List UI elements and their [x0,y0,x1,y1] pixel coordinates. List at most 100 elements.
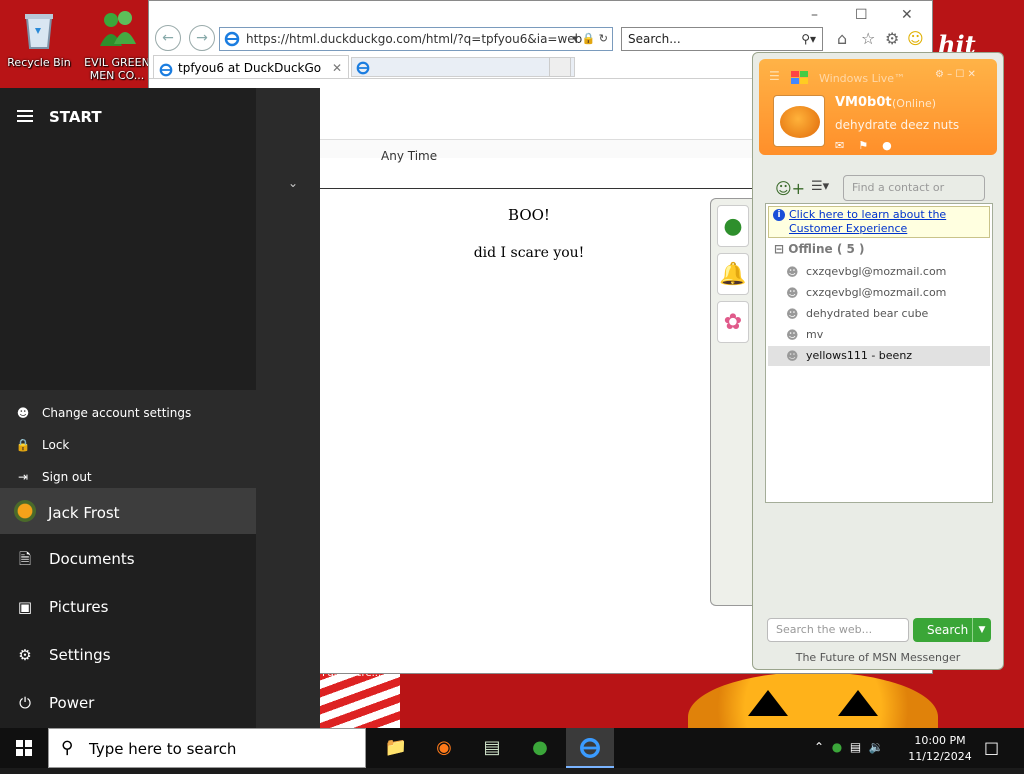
address-controls-icon[interactable]: ▾ 🔒 ↻ [573,28,608,50]
web-search-input[interactable]: Search the web... [767,618,909,642]
group-offline[interactable]: ⊟ Offline ( 5 ) [774,242,865,256]
contact-name: mv [806,328,824,341]
info-banner-link[interactable]: Click here to learn about the Customer E… [789,208,969,236]
taskbar-search-placeholder: Type here to search [89,740,237,758]
search-icon[interactable]: ⚲▾ [801,28,816,50]
time-filter-dropdown[interactable]: Any Time [381,149,437,163]
desktop-icon-recycle-bin[interactable]: Recycle Bin [2,2,76,69]
offline-person-icon: ☻ [786,286,799,300]
gear-icon[interactable]: ⚙ [885,29,899,48]
info-banner[interactable]: i Click here to learn about the Customer… [768,206,990,238]
display-picture[interactable] [773,95,825,147]
windows-start-icon[interactable] [16,740,32,756]
browser-search-box[interactable]: Search... ⚲▾ [621,27,823,51]
contact-name: cxzqevbgl@mozmail.com [806,286,947,299]
start-item-pictures[interactable]: ▣ Pictures [0,586,256,630]
browser-toolbar: – ☐ ✕ ← → https://html.duckduckgo.com/ht… [149,1,932,55]
network-icon[interactable]: ▤ [850,740,861,754]
start-item-power[interactable]: ⏻ Power [0,682,256,726]
info-icon: i [773,209,785,221]
butterfly-icon[interactable]: ✿ [717,301,749,343]
lock-item[interactable]: 🔒 Lock [14,438,70,452]
system-tray[interactable]: ⌃ ● ▤ 🔉 [814,740,884,754]
forward-button[interactable]: → [189,25,215,51]
tab-blank[interactable] [351,57,575,77]
tab-title: tpfyou6 at DuckDuckGo [178,61,322,75]
desktop-icon-evil-green-men[interactable]: EVIL GREEN MEN CO... [80,2,154,82]
contact-item[interactable]: ☻ mv [768,325,990,345]
chevron-down-icon[interactable]: ⌄ [288,176,298,190]
messenger-tray-icon[interactable]: ● [832,740,842,754]
internet-explorer-icon[interactable] [566,728,614,768]
smiley-icon[interactable]: ☺ [907,29,924,48]
change-account-settings-item[interactable]: ☻ Change account settings [14,406,192,420]
desktop-icon-label: Recycle Bin [7,56,71,69]
messenger-window-controls[interactable]: ⚙ – ☐ ✕ [935,69,976,80]
desktop-icon-label: EVIL GREEN MEN CO... [84,56,150,82]
contact-name: dehydrated bear cube [806,307,929,320]
home-icon[interactable]: ⌂ [837,29,847,48]
chevron-down-icon[interactable]: ▼ [972,618,991,642]
online-status[interactable]: (Online) [892,97,936,110]
ie-tab-icon [356,60,370,79]
fly-item-label: Change account settings [42,406,192,420]
personal-message[interactable]: dehydrate deez nuts [835,118,959,132]
firefox-icon[interactable]: ◉ [420,728,468,768]
messenger-contacts-icon[interactable]: ● [717,205,749,247]
contact-item[interactable]: ☻ cxzqevbgl@mozmail.com [768,283,990,303]
start-item-label: Pictures [49,598,109,616]
tab-duckduckgo[interactable]: tpfyou6 at DuckDuckGo ✕ [153,55,349,79]
messenger-menu-icon[interactable]: ☰ [769,69,780,83]
taskbar: ⚲ Type here to search 📁 ◉ ▤ ● ⌃ ● ▤ 🔉 10… [0,728,1024,768]
user-name: Jack Frost [48,504,120,522]
tab-close-icon[interactable]: ✕ [332,56,342,80]
messenger-footer: The Future of MSN Messenger [795,651,961,664]
volume-icon[interactable]: 🔉 [869,740,884,754]
start-title: START [49,108,102,126]
back-button[interactable]: ← [155,25,181,51]
power-icon: ⏻ [19,694,31,712]
taskbar-search-box[interactable]: ⚲ Type here to search [48,728,366,768]
user-account-button[interactable] [0,488,256,534]
offline-person-icon: ☻ [786,349,799,363]
flag-thumbnail [320,672,400,728]
start-menu: START ⌄ ☻ Change account settings 🔒 Lock ⇥… [0,88,320,728]
file-explorer-icon[interactable]: 📁 [372,728,420,768]
clock-date[interactable]: 11/12/2024 [900,750,980,763]
messenger-men-icon[interactable]: ● [516,728,564,768]
clock-time[interactable]: 10:00 PM [900,734,980,747]
minimize-button[interactable]: – [811,7,818,23]
contact-item-selected[interactable]: ☻ yellows111 - beenz [768,346,990,366]
new-tab-button[interactable] [549,57,571,77]
notification-icon[interactable]: □ [984,738,999,757]
contact-list: i Click here to learn about the Customer… [765,203,993,503]
maximize-button[interactable]: ☐ [855,7,868,23]
chevron-up-icon[interactable]: ⌃ [814,740,824,754]
messenger-title: Windows Live™ [819,72,906,85]
contact-item[interactable]: ☻ cxzqevbgl@mozmail.com [768,262,990,282]
pictures-icon: ▣ [17,598,33,616]
control-panel-icon[interactable]: ▤ [468,728,516,768]
start-item-label: Settings [49,646,111,664]
find-contact-input[interactable]: Find a contact or numbe [843,175,985,218]
hamburger-icon[interactable] [17,110,33,122]
close-button[interactable]: ✕ [901,7,913,23]
account-flyout: ☻ Change account settings 🔒 Lock ⇥ Sign out [0,390,258,488]
address-bar[interactable]: https://html.duckduckgo.com/html/?q=tpfy… [219,27,613,51]
collapse-icon[interactable]: ⊟ [774,242,784,256]
messenger-quick-icons[interactable]: ✉⚑● [835,139,906,152]
windows-live-logo-icon [789,67,811,89]
avatar [14,500,36,522]
start-item-settings[interactable]: ⚙ Settings [0,634,256,678]
ie-page-icon [224,31,240,54]
web-search-button[interactable]: Search ▼ [913,618,991,642]
list-view-icon[interactable]: ☰▾ [811,179,829,194]
contact-item[interactable]: ☻ dehydrated bear cube [768,304,990,324]
start-item-documents[interactable]: 🗎 Documents [0,538,256,582]
bell-icon[interactable]: 🔔 [717,253,749,295]
add-contact-icon[interactable]: ☺+ [775,179,805,198]
messenger-header: ☰ Windows Live™ ⚙ – ☐ ✕ VM0b0t (Online) … [759,59,997,155]
favorites-star-icon[interactable]: ☆ [861,29,875,48]
display-name[interactable]: VM0b0t [835,95,892,110]
sign-out-item[interactable]: ⇥ Sign out [14,470,92,484]
